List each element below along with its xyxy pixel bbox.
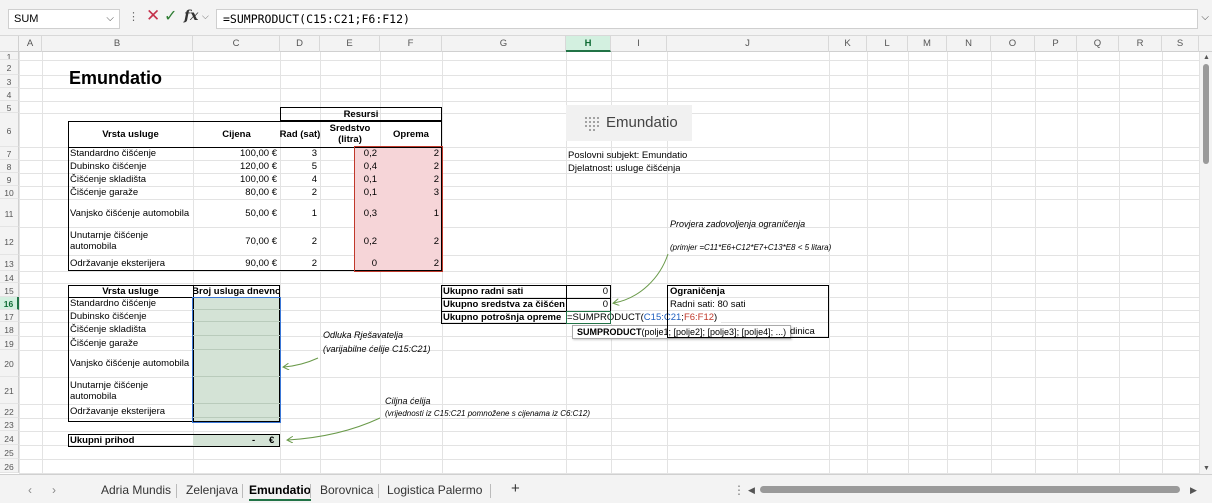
sheet-tab-bar: ‹ › Adria Mundis Zelenjava Emundatio Bor… — [0, 474, 1212, 503]
arrow-to-target-cell — [288, 417, 381, 440]
tab-separator — [242, 484, 243, 498]
scroll-left-icon[interactable]: ◀ — [748, 485, 755, 496]
scroll-down-icon[interactable]: ▼ — [1203, 465, 1210, 472]
horizontal-scrollbar[interactable] — [760, 486, 1180, 493]
tab-separator — [378, 484, 379, 498]
arrow-to-constraint-check — [614, 253, 669, 303]
tab-adria-mundis[interactable]: Adria Mundis — [101, 483, 171, 497]
tab-scroll-left-icon[interactable]: ‹ — [28, 483, 32, 497]
vertical-scrollbar-thumb[interactable] — [1203, 64, 1209, 164]
scroll-right-icon[interactable]: ▶ — [1190, 485, 1197, 496]
tab-borovnica[interactable]: Borovnica — [320, 483, 373, 497]
tab-zelenjava[interactable]: Zelenjava — [186, 483, 238, 497]
annotation-arrows — [0, 253, 669, 474]
vertical-scrollbar-track: ▲ ▼ — [1200, 52, 1212, 474]
arrow-to-decision-cells — [284, 357, 319, 367]
tab-scroll-right-icon[interactable]: › — [52, 483, 56, 497]
tab-separator — [490, 484, 491, 498]
tab-logistica-palermo[interactable]: Logistica Palermo — [387, 483, 482, 497]
tab-separator — [310, 484, 311, 498]
scroll-up-icon[interactable]: ▲ — [1203, 54, 1210, 61]
more-tabs-icon[interactable]: ⋮ — [733, 483, 745, 497]
tab-emundatio[interactable]: Emundatio — [249, 483, 311, 501]
tab-separator — [176, 484, 177, 498]
add-sheet-button[interactable]: + — [511, 480, 520, 497]
